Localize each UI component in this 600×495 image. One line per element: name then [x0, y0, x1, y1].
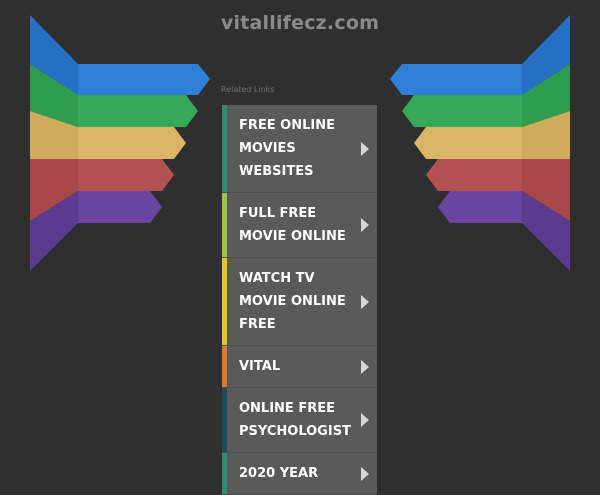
- right-band-blue: [390, 64, 522, 95]
- right-band-purple: [438, 191, 522, 223]
- link-color-bar: [222, 453, 227, 494]
- left-band-red: [78, 159, 174, 191]
- chevron-right-icon: [361, 141, 369, 156]
- link-label: FREE ONLINE MOVIES WEBSITES: [239, 118, 335, 179]
- link-label: ONLINE FREE PSYCHOLOGIST: [239, 401, 351, 439]
- link-color-bar: [222, 193, 227, 257]
- right-band-green: [402, 95, 522, 127]
- left-band-blue: [78, 64, 210, 95]
- left-band-green: [78, 95, 198, 127]
- related-link-vital[interactable]: VITAL: [222, 346, 377, 388]
- link-label: VITAL: [239, 359, 281, 374]
- link-color-bar: [222, 346, 227, 387]
- link-label: FULL FREE MOVIE ONLINE: [239, 206, 346, 244]
- related-links-label: Related Links: [221, 85, 275, 94]
- chevron-right-icon: [361, 466, 369, 481]
- related-link-full-free-movie-online[interactable]: FULL FREE MOVIE ONLINE: [222, 193, 377, 258]
- link-color-bar: [222, 105, 227, 192]
- related-links-list: FREE ONLINE MOVIES WEBSITES FULL FREE MO…: [222, 105, 377, 495]
- right-band-red: [426, 159, 522, 191]
- left-band-yellow: [78, 127, 186, 159]
- link-color-bar: [222, 258, 227, 345]
- chevron-right-icon: [361, 413, 369, 427]
- chevron-right-icon: [361, 294, 369, 309]
- right-band-yellow: [414, 127, 522, 159]
- left-band-purple: [78, 191, 162, 223]
- related-link-free-online-movies-websites[interactable]: FREE ONLINE MOVIES WEBSITES: [222, 105, 377, 193]
- left-ribbons: [30, 15, 210, 271]
- related-link-online-free-psychologist[interactable]: ONLINE FREE PSYCHOLOGIST: [222, 388, 377, 453]
- link-label: WATCH TV MOVIE ONLINE FREE: [239, 271, 346, 332]
- chevron-right-icon: [361, 218, 369, 232]
- link-color-bar: [222, 388, 227, 452]
- right-ribbons: [390, 15, 570, 271]
- related-link-watch-tv-movie-online-free[interactable]: WATCH TV MOVIE ONLINE FREE: [222, 258, 377, 346]
- chevron-right-icon: [361, 359, 369, 374]
- related-link-2020-year[interactable]: 2020 YEAR: [222, 453, 377, 495]
- link-label: 2020 YEAR: [239, 466, 319, 481]
